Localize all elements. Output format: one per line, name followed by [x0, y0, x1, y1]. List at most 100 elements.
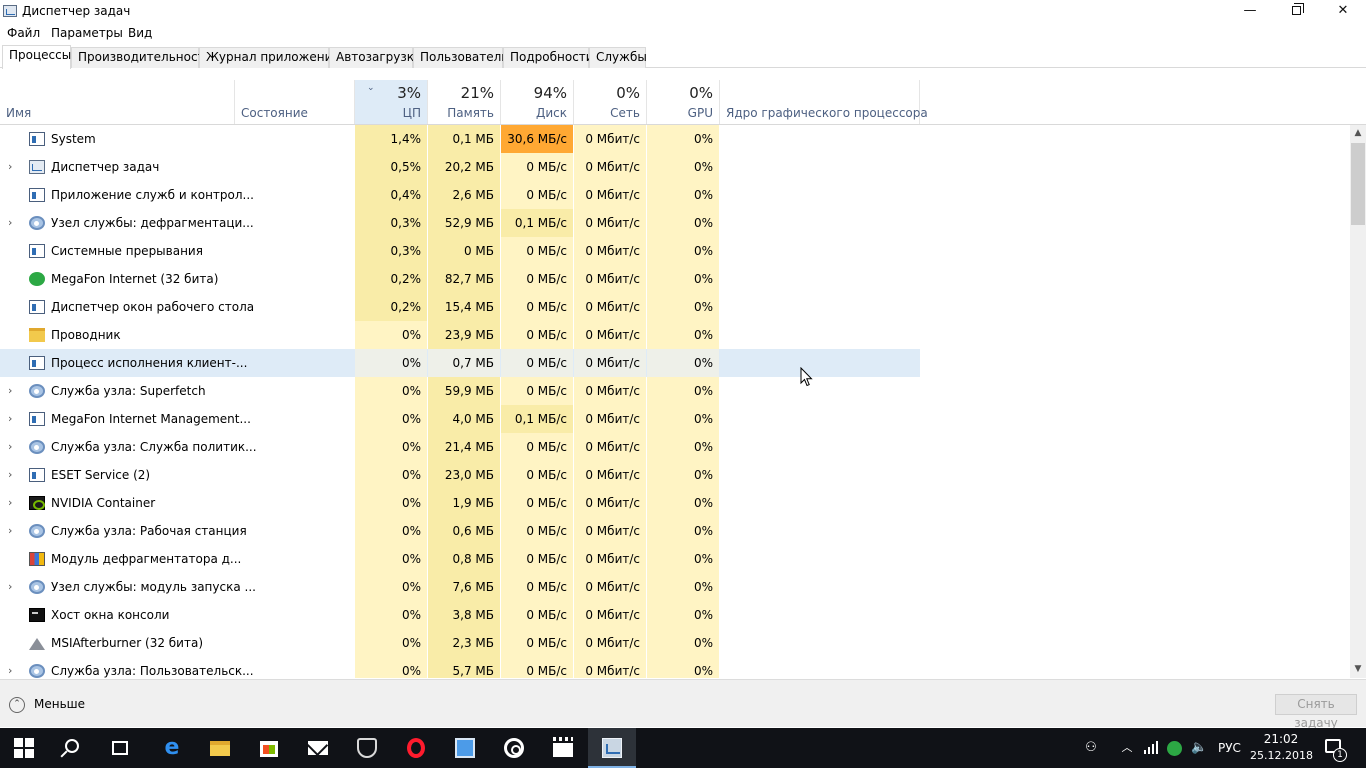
input-language[interactable]: РУС [1218, 741, 1241, 755]
taskbar-world-of-tanks[interactable] [343, 728, 391, 768]
tab-services[interactable]: Службы [589, 47, 647, 68]
table-row[interactable]: › Служба узла: Superfetch 0% 59,9 МБ 0 МБ/с 0… [0, 377, 920, 405]
header-gpu[interactable]: 0% GPU [647, 80, 720, 124]
tab-performance[interactable]: Производительность [71, 47, 212, 68]
table-row[interactable]: › Узел службы: дефрагментаци... 0,3% 52,9 М… [0, 209, 920, 237]
taskbar-app[interactable] [441, 728, 489, 768]
taskbar-opera[interactable] [392, 728, 440, 768]
table-row[interactable]: › Служба узла: Служба политик... 0% 21,4 МБ… [0, 433, 920, 461]
table-row[interactable]: › MegaFon Internet Management... 0% 4,0 МБ 0… [0, 405, 920, 433]
table-row[interactable]: MegaFon Internet (32 бита) 0,2% 82,7 МБ 0 М… [0, 265, 920, 293]
table-row[interactable]: › Служба узла: Рабочая станция 0% 0,6 МБ 0 М… [0, 517, 920, 545]
scroll-thumb[interactable] [1351, 143, 1365, 225]
header-gpu-engine[interactable]: Ядро графического процессора [720, 80, 928, 124]
task-view-button[interactable] [96, 728, 144, 768]
table-row[interactable]: Модуль дефрагментатора д... 0% 0,8 МБ 0 МБ/… [0, 545, 920, 573]
close-button[interactable]: ✕ [1320, 0, 1366, 24]
table-row[interactable]: › ESET Service (2) 0% 23,0 МБ 0 МБ/с 0 Мбит/с… [0, 461, 920, 489]
cell-gpu: 0% [647, 209, 719, 237]
process-name: Проводник [51, 328, 121, 342]
expand-chevron-icon[interactable]: › [8, 412, 12, 425]
table-row[interactable]: Диспетчер окон рабочего стола 0,2% 15,4 МБ… [0, 293, 920, 321]
collapse-chevron-icon[interactable]: ⌃ [9, 697, 25, 713]
window-icon [29, 188, 45, 202]
table-row[interactable]: › NVIDIA Container 0% 1,9 МБ 0 МБ/с 0 Мбит/с 0… [0, 489, 920, 517]
taskbar-store[interactable] [245, 728, 293, 768]
expand-chevron-icon[interactable]: › [8, 664, 12, 677]
cell-disk: 0 МБ/с [501, 489, 573, 517]
taskbar-task-manager[interactable] [588, 728, 636, 768]
header-name[interactable]: Имя [0, 80, 235, 124]
process-name: Модуль дефрагментатора д... [51, 552, 242, 566]
table-row[interactable]: › Служба узла: Пользовательск... 0% 5,7 МБ 0… [0, 657, 920, 678]
taskbar-media[interactable] [490, 728, 538, 768]
search-button[interactable] [48, 728, 96, 768]
table-row[interactable]: Системные прерывания 0,3% 0 МБ 0 МБ/с 0 Мбит… [0, 237, 920, 265]
tab-details[interactable]: Подробности [503, 47, 594, 68]
expand-chevron-icon[interactable]: › [8, 468, 12, 481]
expand-chevron-icon[interactable]: › [8, 496, 12, 509]
header-memory[interactable]: 21% Память [428, 80, 501, 124]
tray-chevron-up-icon[interactable]: ︿ [1119, 740, 1135, 756]
cell-disk: 30,6 МБ/с [501, 125, 573, 153]
table-row[interactable]: MSIAfterburner (32 бита) 0% 2,3 МБ 0 МБ/с 0 … [0, 629, 920, 657]
mail-icon [308, 741, 328, 755]
tab-startup[interactable]: Автозагрузка [329, 47, 421, 68]
cell-mem: 21,4 МБ [428, 433, 500, 461]
start-button[interactable] [0, 728, 48, 768]
expand-chevron-icon[interactable]: › [8, 440, 12, 453]
table-row[interactable]: Приложение служб и контрол... 0,4% 2,6 МБ 0… [0, 181, 920, 209]
tab-processes[interactable]: Процессы [2, 45, 71, 69]
table-row[interactable]: Проводник 0% 23,9 МБ 0 МБ/с 0 Мбит/с 0% [0, 321, 920, 349]
header-gpu-label: GPU [687, 106, 713, 120]
table-row[interactable]: › Диспетчер задач 0,5% 20,2 МБ 0 МБ/с 0 Мбит/… [0, 153, 920, 181]
header-disk[interactable]: 94% Диск [501, 80, 574, 124]
clock-date[interactable]: 25.12.2018 [1250, 749, 1313, 762]
volume-icon[interactable]: 🔈 [1191, 740, 1207, 756]
cell-mem: 0,8 МБ [428, 545, 500, 573]
notification-count-badge: 1 [1333, 748, 1347, 762]
scroll-up-arrow-icon[interactable]: ▲ [1350, 125, 1366, 142]
header-cpu[interactable]: ⌄ 3% ЦП [355, 80, 428, 124]
table-row[interactable]: Процесс исполнения клиент-... 0% 0,7 МБ 0 М… [0, 349, 920, 377]
table-row[interactable]: › Узел службы: модуль запуска ... 0% 7,6 МБ… [0, 573, 920, 601]
taskbar-explorer[interactable] [196, 728, 244, 768]
tab-app-history[interactable]: Журнал приложений [199, 47, 340, 68]
cell-cpu: 0,4% [355, 181, 427, 209]
expand-chevron-icon[interactable]: › [8, 216, 12, 229]
taskbar-movie-maker[interactable] [539, 728, 587, 768]
cell-disk: 0 МБ/с [501, 237, 573, 265]
signal-strength-icon[interactable] [1143, 740, 1159, 756]
gear-icon [29, 664, 45, 678]
process-name: MSIAfterburner (32 бита) [51, 636, 203, 650]
process-name: NVIDIA Container [51, 496, 156, 510]
menu-view[interactable]: Вид [128, 26, 152, 40]
taskbar-mail[interactable] [294, 728, 342, 768]
expand-chevron-icon[interactable]: › [8, 580, 12, 593]
cell-gpu: 0% [647, 433, 719, 461]
nvidia-icon [29, 496, 45, 510]
scroll-down-arrow-icon[interactable]: ▼ [1350, 661, 1366, 678]
cell-disk: 0,1 МБ/с [501, 405, 573, 433]
process-name: Узел службы: дефрагментаци... [51, 216, 254, 230]
menu-file[interactable]: Файл [7, 26, 40, 40]
clock-time[interactable]: 21:02 [1255, 732, 1307, 746]
minimize-button[interactable]: — [1227, 0, 1273, 24]
taskbar-edge[interactable]: e [148, 728, 196, 768]
header-status[interactable]: Состояние [235, 80, 355, 124]
header-network[interactable]: 0% Сеть [574, 80, 647, 124]
megafon-tray-icon[interactable] [1167, 741, 1182, 756]
tab-users[interactable]: Пользователи [413, 47, 509, 68]
cell-cpu: 1,4% [355, 125, 427, 153]
table-row[interactable]: System 1,4% 0,1 МБ 30,6 МБ/с 0 Мбит/с 0% [0, 125, 920, 153]
expand-chevron-icon[interactable]: › [8, 160, 12, 173]
vertical-scrollbar[interactable]: ▲ ▼ [1350, 125, 1366, 678]
end-task-button[interactable]: Снять задачу [1275, 694, 1357, 730]
fewer-details-link[interactable]: Меньше [34, 697, 85, 711]
people-icon[interactable]: ⚇ [1083, 740, 1099, 756]
expand-chevron-icon[interactable]: › [8, 524, 12, 537]
maximize-button[interactable] [1273, 0, 1319, 24]
table-row[interactable]: Хост окна консоли 0% 3,8 МБ 0 МБ/с 0 Мбит/с 0… [0, 601, 920, 629]
expand-chevron-icon[interactable]: › [8, 384, 12, 397]
menu-options[interactable]: Параметры [51, 26, 123, 40]
